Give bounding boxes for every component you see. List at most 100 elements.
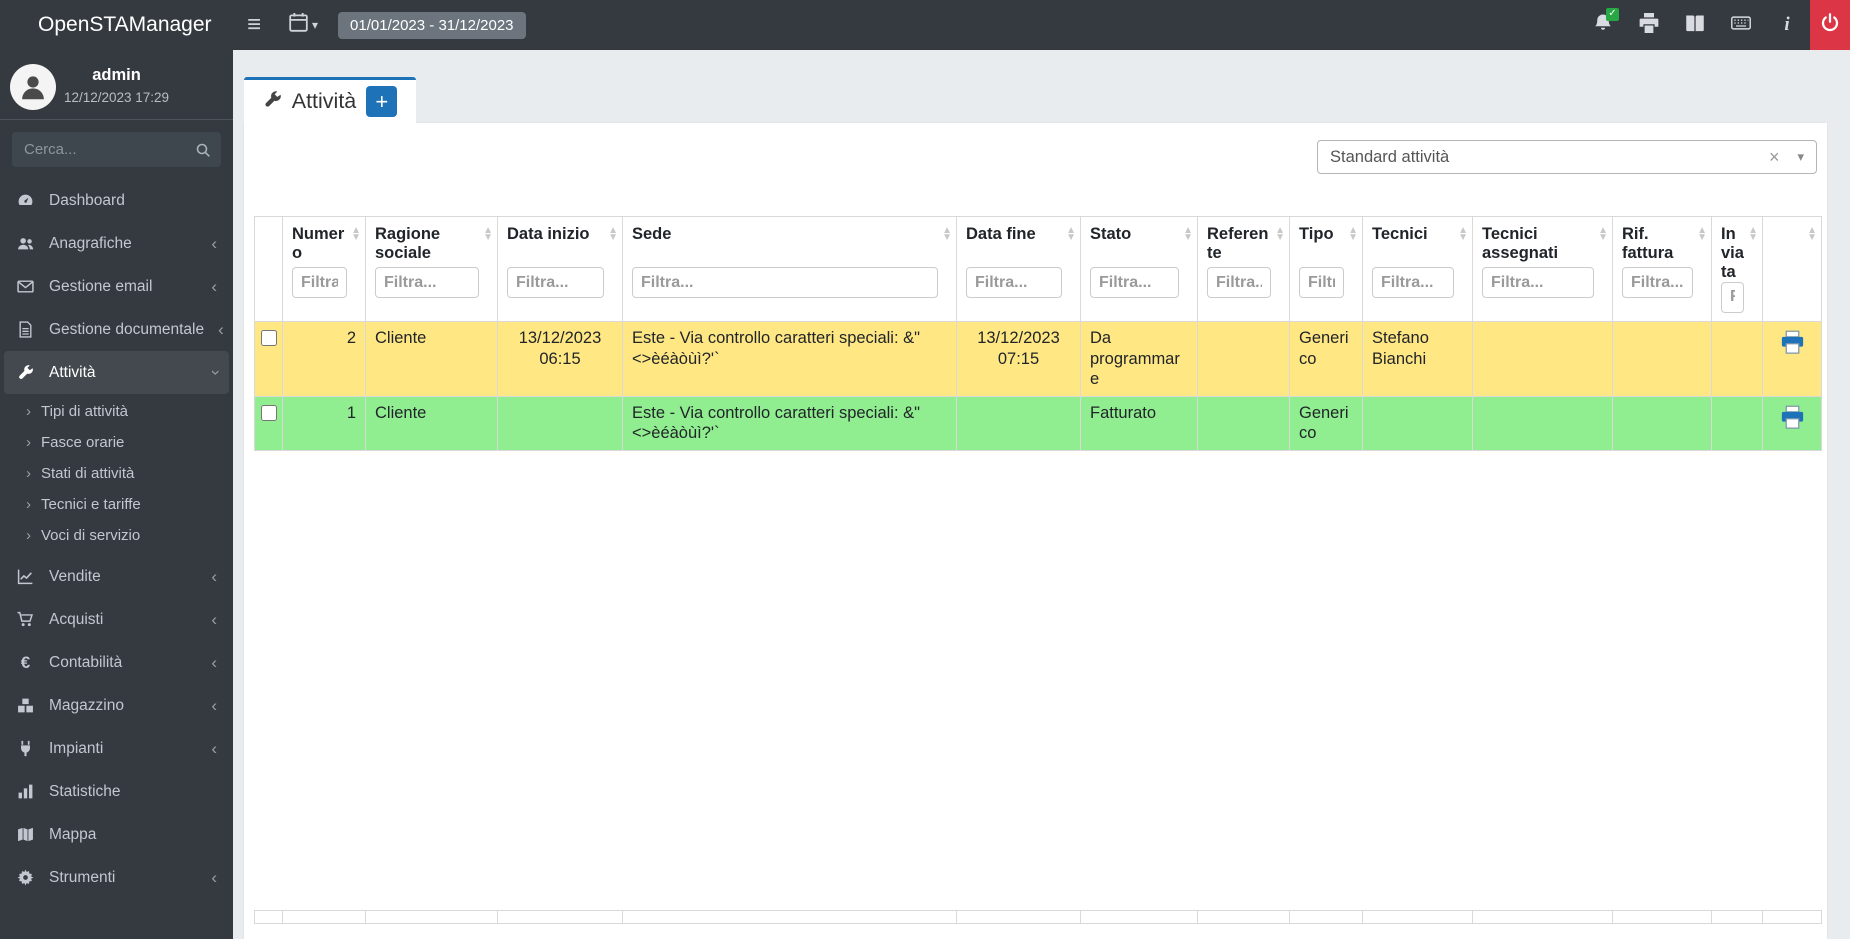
search-icon[interactable] [185,132,221,167]
chevron-right-icon: › [26,434,31,451]
cell-checkbox [254,320,283,397]
chart-line-icon [16,568,35,585]
column-header-numero[interactable]: Numero ▲ ▼ [282,216,366,322]
cell-numero: 1 [282,395,366,452]
cell-stato: Fatturato [1080,395,1198,452]
sidebar-item-impianti[interactable]: Impianti ‹ [0,727,233,770]
filter-input-data-inizio[interactable] [507,267,604,298]
sidebar-item-gestione-email[interactable]: Gestione email ‹ [0,265,233,308]
shortcuts-button[interactable] [1718,0,1764,50]
cell-ragione-sociale: Cliente [365,395,498,452]
print-shortcut-button[interactable] [1626,0,1672,50]
filter-input-inviata[interactable] [1721,281,1744,313]
euro-icon: € [20,652,31,672]
cell-sede: Este - Via controllo caratteri speciali:… [622,395,957,452]
caret-down-icon: ▾ [1797,149,1804,164]
column-header-data-inizio[interactable]: Data inizio ▲ ▼ [497,216,623,322]
sidebar-subitem-voci-di-servizio[interactable]: › Voci di servizio [0,520,233,551]
sort-icon[interactable]: ▲ ▼ [1348,226,1358,243]
sort-icon[interactable]: ▲ ▼ [1183,226,1193,243]
printer-icon [1639,12,1659,38]
column-header-referente[interactable]: Referente ▲ ▼ [1197,216,1290,322]
filter-input-stato[interactable] [1090,267,1179,298]
filter-input-tecnici-assegnati[interactable] [1482,267,1594,298]
check-icon: ✓ [1608,8,1617,19]
sort-icon[interactable]: ▲ ▼ [483,226,493,243]
sidebar-item-acquisti[interactable]: Acquisti ‹ [0,598,233,641]
filter-input-numero[interactable] [292,267,347,298]
cell-data-fine [956,395,1081,452]
row-checkbox[interactable] [260,329,277,346]
notifications-button[interactable]: ✓ [1580,0,1626,50]
sidebar-item-anagrafiche[interactable]: Anagrafiche ‹ [0,222,233,265]
sort-icon[interactable]: ▲ ▼ [1275,226,1285,243]
cell-referente [1197,395,1290,452]
avatar[interactable] [10,64,56,110]
cell-data-fine: 13/12/2023 07:15 [956,320,1081,397]
sort-icon[interactable]: ▲ ▼ [1598,226,1608,243]
filter-input-sede[interactable] [632,267,938,298]
sidebar-subitem-tipi-di-attivita[interactable]: › Tipi di attività [0,396,233,427]
column-header-ragione-sociale[interactable]: Ragione sociale ▲ ▼ [365,216,498,322]
logout-button[interactable] [1810,0,1850,50]
cell-checkbox [254,395,283,452]
sidebar-item-contabilita[interactable]: € Contabilità ‹ [0,641,233,684]
sort-icon[interactable]: ▲ ▼ [1458,226,1468,243]
filter-input-tecnici[interactable] [1372,267,1454,298]
view-filter-select[interactable]: Standard attività × ▾ [1317,140,1817,174]
sidebar-toggle-button[interactable]: ≡ [233,0,275,50]
sidebar-item-attivita[interactable]: Attività ‹ [4,351,229,394]
gauge-icon [16,192,35,209]
date-range-badge[interactable]: 01/01/2023 - 31/12/2023 [338,11,526,39]
sidebar-item-strumenti[interactable]: Strumenti ‹ [0,856,233,899]
docs-button[interactable] [1672,0,1718,50]
filter-input-ragione-sociale[interactable] [375,267,479,298]
sidebar-item-gestione-documentale[interactable]: Gestione documentale ‹ [0,308,233,351]
print-icon[interactable] [1780,330,1805,361]
about-button[interactable]: i [1764,0,1810,50]
sidebar-subitem-tecnici-e-tariffe[interactable]: › Tecnici e tariffe [0,489,233,520]
column-header-tipo[interactable]: Tipo ▲ ▼ [1289,216,1363,322]
sort-icon[interactable]: ▲ ▼ [608,226,618,243]
sidebar-item-mappa[interactable]: Mappa [0,813,233,856]
column-header-tecnici[interactable]: Tecnici ▲ ▼ [1362,216,1473,322]
filter-input-data-fine[interactable] [966,267,1062,298]
chevron-down-icon: ‹ [204,369,224,376]
cell-data-inizio: 13/12/2023 06:15 [497,320,623,397]
column-header-inviata[interactable]: Inviata ▲ ▼ [1711,216,1763,322]
tab-attivita[interactable]: Attività + [244,77,416,123]
column-header-data-fine[interactable]: Data fine ▲ ▼ [956,216,1081,322]
sort-icon[interactable]: ▲ ▼ [1697,226,1707,243]
column-header-stato[interactable]: Stato ▲ ▼ [1080,216,1198,322]
column-header-tecnici-assegnati[interactable]: Tecnici assegnati ▲ ▼ [1472,216,1613,322]
sidebar-subitem-fasce-orarie[interactable]: › Fasce orarie [0,427,233,458]
filter-input-referente[interactable] [1207,267,1271,298]
row-checkbox[interactable] [260,404,277,421]
print-icon[interactable] [1780,405,1805,436]
filter-input-inviata[interactable] [1622,267,1693,298]
sort-icon[interactable]: ▲ ▼ [1807,226,1817,243]
add-activity-button[interactable]: + [366,86,398,117]
sidebar-item-label: Attività [49,363,96,381]
sort-icon[interactable]: ▲ ▼ [942,226,952,243]
sort-icon[interactable]: ▲ ▼ [1066,226,1076,243]
column-header-sede[interactable]: Sede ▲ ▼ [622,216,957,322]
table-row[interactable]: 1 Cliente Este - Via controllo caratteri… [254,395,1822,452]
calendar-dropdown-button[interactable]: ▾ [275,0,332,50]
clear-icon[interactable]: × [1769,147,1780,168]
sidebar-item-magazzino[interactable]: Magazzino ‹ [0,684,233,727]
filter-input-tipo[interactable] [1299,267,1344,298]
sort-icon[interactable]: ▲ ▼ [1748,226,1758,243]
sidebar: admin 12/12/2023 17:29 Dashboard Anagraf… [0,50,233,939]
cell-actions [1762,320,1822,397]
sort-icon[interactable]: ▲ ▼ [351,226,361,243]
sidebar-subitem-stati-di-attivita[interactable]: › Stati di attività [0,458,233,489]
sidebar-item-statistiche[interactable]: Statistiche [0,770,233,813]
bar-chart-icon [16,783,35,800]
table-row[interactable]: 2 Cliente 13/12/2023 06:15 Este - Via co… [254,320,1822,397]
sidebar-item-dashboard[interactable]: Dashboard [0,179,233,222]
notification-badge: ✓ [1606,8,1619,21]
sidebar-item-vendite[interactable]: Vendite ‹ [0,555,233,598]
column-header-actions[interactable]: ▲ ▼ [1762,216,1822,322]
column-header-rif-fattura[interactable]: Rif. fattura ▲ ▼ [1612,216,1712,322]
